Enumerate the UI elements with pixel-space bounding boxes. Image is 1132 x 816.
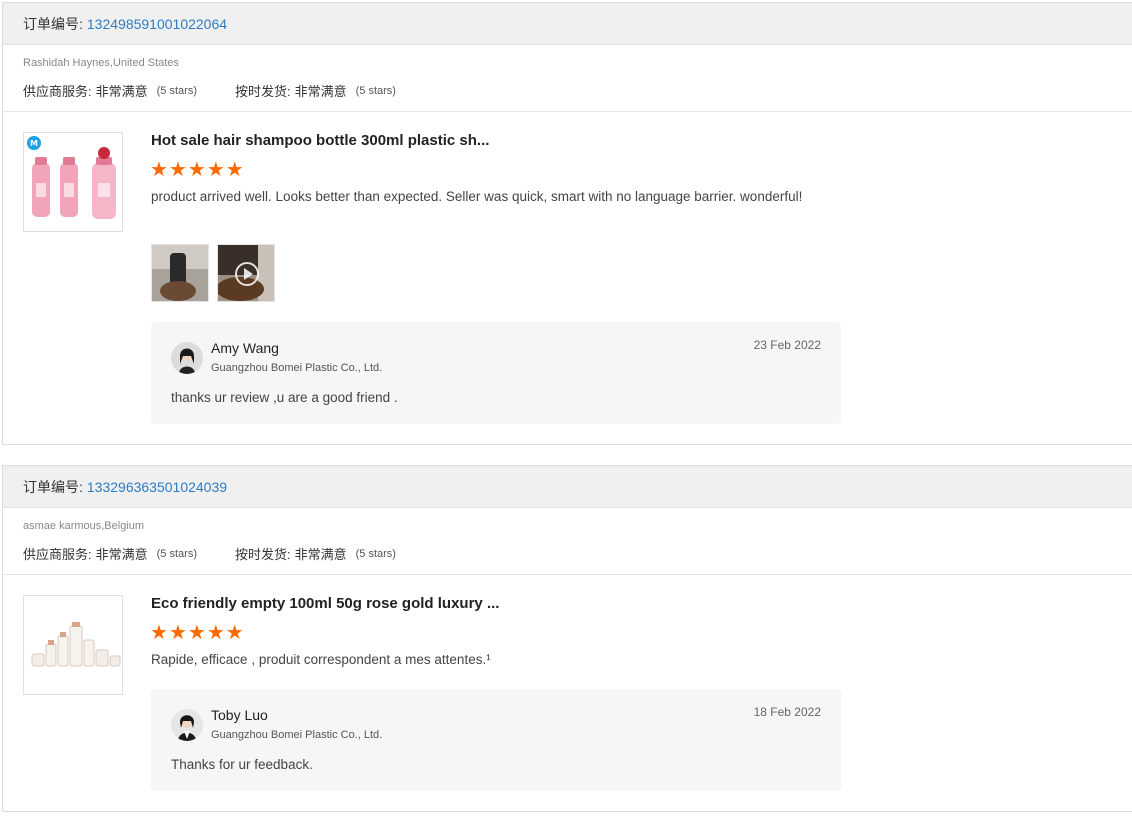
order-header: 订单编号 : 133296363501024039 — [3, 466, 1132, 508]
reply-date: 18 Feb 2022 — [753, 705, 821, 719]
product-title-link[interactable]: Hot sale hair shampoo bottle 300ml plast… — [151, 132, 489, 149]
seller-ratings: 供应商服务: 非常满意 (5 stars) 按时发货: 非常满意 (5 star… — [23, 544, 1112, 563]
seller-reply: Toby Luo Guangzhou Bomei Plastic Co., Lt… — [151, 689, 841, 791]
replier-company: Guangzhou Bomei Plastic Co., Ltd. — [211, 729, 383, 741]
order-separator: : — [79, 478, 83, 495]
user-avatar-icon — [171, 342, 203, 374]
avatar — [171, 709, 203, 741]
rating-stars-text: (5 stars) — [355, 547, 396, 560]
order-label: 订单编号 — [23, 15, 79, 32]
buyer-name: Rashidah Haynes,United States — [23, 57, 179, 69]
rating-stars-text: (5 stars) — [355, 84, 396, 97]
star-icon: ★ — [150, 622, 168, 644]
video-preview-image — [218, 245, 274, 301]
seller-reply: Amy Wang Guangzhou Bomei Plastic Co., Lt… — [151, 322, 841, 424]
rating-value: 非常满意 — [95, 547, 148, 562]
rating-label: 按时发货: — [234, 84, 291, 99]
star-rating: ★ ★ ★ ★ ★ — [150, 160, 244, 180]
order-separator: : — [79, 15, 83, 32]
order-number-link[interactable]: 132498591001022064 — [87, 16, 227, 32]
review-video-thumbnail[interactable] — [217, 244, 275, 302]
cosmetic-jars-image — [24, 596, 122, 694]
review-photo-thumbnail[interactable] — [151, 244, 209, 302]
rating-label: 按时发货: — [234, 547, 291, 562]
rating-stars-text: (5 stars) — [156, 84, 197, 97]
star-icon: ★ — [187, 622, 206, 644]
star-icon: ★ — [168, 622, 187, 644]
rating-supplier-service: 供应商服务: 非常满意 (5 stars) — [23, 544, 197, 563]
rating-on-time-delivery: 按时发货: 非常满意 (5 stars) — [235, 81, 396, 100]
rating-value: 非常满意 — [294, 84, 347, 99]
reply-text: thanks ur review ,u are a good friend . — [171, 390, 398, 405]
buyer-info: asmae karmous,Belgium 供应商服务: 非常满意 (5 sta… — [3, 508, 1132, 575]
replier-company: Guangzhou Bomei Plastic Co., Ltd. — [211, 362, 383, 374]
reply-date: 23 Feb 2022 — [753, 338, 821, 352]
rating-stars-text: (5 stars) — [156, 547, 197, 560]
star-icon: ★ — [206, 159, 225, 181]
rating-supplier-service: 供应商服务: 非常满意 (5 stars) — [23, 81, 197, 100]
svg-text:M: M — [30, 139, 38, 148]
star-icon: ★ — [225, 159, 244, 181]
rating-on-time-delivery: 按时发货: 非常满意 (5 stars) — [235, 544, 396, 563]
buyer-info: Rashidah Haynes,United States 供应商服务: 非常满… — [3, 45, 1132, 112]
product-thumbnail[interactable]: M — [23, 132, 123, 232]
review-card: 订单编号 : 133296363501024039 asmae karmous,… — [2, 465, 1132, 812]
rating-value: 非常满意 — [294, 547, 347, 562]
user-avatar-icon — [171, 709, 203, 741]
star-icon: ★ — [168, 159, 187, 181]
order-label: 订单编号 — [23, 478, 79, 495]
avatar — [171, 342, 203, 374]
order-header: 订单编号 : 132498591001022064 — [3, 3, 1132, 45]
rating-label: 供应商服务: — [23, 547, 92, 562]
product-thumbnail[interactable] — [23, 595, 123, 695]
bottle-photo-image — [152, 245, 208, 301]
product-title-link[interactable]: Eco friendly empty 100ml 50g rose gold l… — [151, 595, 499, 612]
rating-value: 非常满意 — [95, 84, 148, 99]
review-comment: Rapide, efficace , produit correspondent… — [151, 652, 491, 667]
star-icon: ★ — [187, 159, 206, 181]
rating-label: 供应商服务: — [23, 84, 92, 99]
buyer-name: asmae karmous,Belgium — [23, 520, 145, 532]
seller-ratings: 供应商服务: 非常满意 (5 stars) 按时发货: 非常满意 (5 star… — [23, 81, 1112, 100]
star-icon: ★ — [225, 622, 244, 644]
reply-text: Thanks for ur feedback. — [171, 757, 313, 772]
star-icon: ★ — [150, 159, 168, 181]
star-icon: ★ — [206, 622, 225, 644]
review-comment: product arrived well. Looks better than … — [151, 189, 803, 204]
shampoo-bottles-image: M — [27, 136, 116, 219]
replier-name: Amy Wang — [211, 340, 279, 356]
star-rating: ★ ★ ★ ★ ★ — [150, 623, 244, 643]
order-number-link[interactable]: 133296363501024039 — [87, 479, 227, 495]
replier-name: Toby Luo — [211, 707, 268, 723]
review-card: 订单编号 : 132498591001022064 Rashidah Hayne… — [2, 2, 1132, 445]
